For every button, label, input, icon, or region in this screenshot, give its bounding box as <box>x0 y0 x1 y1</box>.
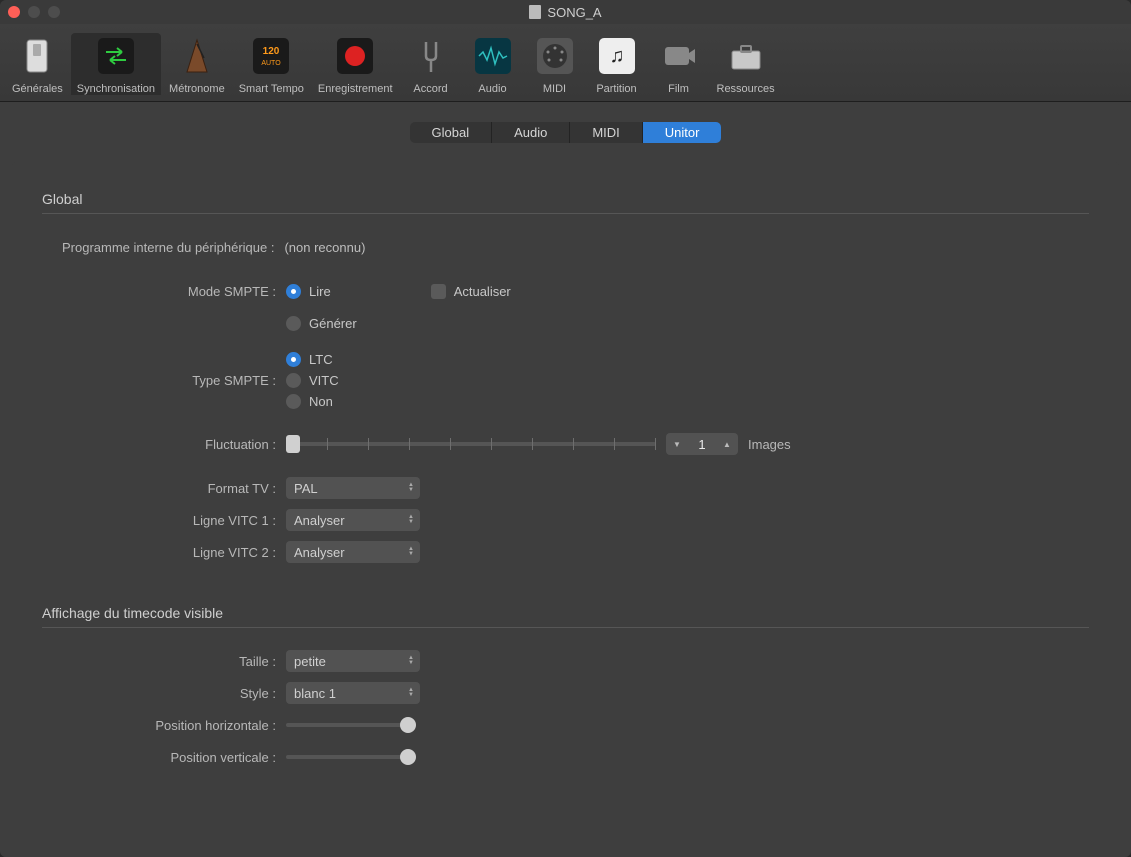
radio-icon <box>286 316 301 331</box>
radio-icon <box>286 352 301 367</box>
toolbar-item-midi[interactable]: MIDI <box>525 33 585 95</box>
tv-format-select[interactable]: PAL ▲▼ <box>286 477 420 499</box>
toolbar-item-smart-tempo[interactable]: 120AUTO Smart Tempo <box>233 33 310 95</box>
sync-icon <box>92 33 140 79</box>
smpte-mode-generate-option[interactable]: Générer <box>286 316 357 331</box>
tuning-fork-icon <box>407 33 455 79</box>
hpos-slider[interactable] <box>286 716 416 734</box>
program-label: Programme interne du périphérique : <box>42 240 284 255</box>
stepper-down-icon[interactable]: ▼ <box>666 433 688 455</box>
vitc1-select[interactable]: Analyser ▲▼ <box>286 509 420 531</box>
checkbox-icon <box>431 284 446 299</box>
refresh-checkbox[interactable]: Actualiser <box>431 284 511 299</box>
content-area: Global Audio MIDI Unitor Global Programm… <box>0 102 1131 857</box>
fluctuation-unit: Images <box>748 437 791 452</box>
preferences-window: SONG_A Générales Synchronisation Métrono… <box>0 0 1131 857</box>
window-title: SONG_A <box>0 5 1131 20</box>
toolbar-item-film[interactable]: Film <box>649 33 709 95</box>
document-icon <box>529 5 541 19</box>
toolbar-item-resources[interactable]: Ressources <box>711 33 781 95</box>
switch-icon <box>13 33 61 79</box>
section-rule <box>42 627 1089 628</box>
fluctuation-label: Fluctuation : <box>42 437 286 452</box>
svg-text:AUTO: AUTO <box>262 60 282 67</box>
style-select[interactable]: blanc 1 ▲▼ <box>286 682 420 704</box>
radio-icon <box>286 284 301 299</box>
sub-tab-midi[interactable]: MIDI <box>570 122 642 143</box>
film-icon <box>655 33 703 79</box>
preferences-toolbar: Générales Synchronisation Métronome 120 A… <box>0 24 1131 102</box>
audio-icon <box>469 33 517 79</box>
window-title-text: SONG_A <box>547 5 601 20</box>
select-arrows-icon: ▲▼ <box>408 688 414 698</box>
toolbar-item-recording[interactable]: Enregistrement <box>312 33 399 95</box>
vitc1-label: Ligne VITC 1 : <box>42 513 286 528</box>
stepper-up-icon[interactable]: ▲ <box>716 433 738 455</box>
toolbar-item-score[interactable]: ♫ Partition <box>587 33 647 95</box>
select-arrows-icon: ▲▼ <box>408 656 414 666</box>
smpte-type-none-option[interactable]: Non <box>286 394 339 409</box>
program-value: (non reconnu) <box>284 240 365 255</box>
smpte-mode-label: Mode SMPTE : <box>42 284 286 299</box>
vpos-slider[interactable] <box>286 748 416 766</box>
briefcase-icon <box>722 33 770 79</box>
sub-tab-unitor[interactable]: Unitor <box>643 122 722 143</box>
fluctuation-stepper[interactable]: ▼ 1 ▲ <box>666 433 738 455</box>
smpte-mode-read-option[interactable]: Lire <box>286 284 331 299</box>
midi-icon <box>531 33 579 79</box>
size-select[interactable]: petite ▲▼ <box>286 650 420 672</box>
sub-tab-global[interactable]: Global <box>410 122 493 143</box>
toolbar-item-audio[interactable]: Audio <box>463 33 523 95</box>
toolbar-item-metronome[interactable]: Métronome <box>163 33 231 95</box>
toolbar-item-tuning[interactable]: Accord <box>401 33 461 95</box>
section-heading-timecode: Affichage du timecode visible <box>42 605 1089 621</box>
score-icon: ♫ <box>593 33 641 79</box>
size-label: Taille : <box>42 654 286 669</box>
select-arrows-icon: ▲▼ <box>408 483 414 493</box>
select-arrows-icon: ▲▼ <box>408 547 414 557</box>
settings-panel: Global Programme interne du périphérique… <box>12 161 1119 804</box>
radio-icon <box>286 394 301 409</box>
smart-tempo-icon: 120 AUTO <box>247 33 295 79</box>
hpos-label: Position horizontale : <box>42 718 286 733</box>
vpos-label: Position verticale : <box>42 750 286 765</box>
select-arrows-icon: ▲▼ <box>408 515 414 525</box>
svg-text:♫: ♫ <box>609 45 624 67</box>
sub-tabs: Global Audio MIDI Unitor <box>12 122 1119 143</box>
fluctuation-value[interactable]: 1 <box>688 437 716 452</box>
toolbar-item-sync[interactable]: Synchronisation <box>71 33 161 95</box>
metronome-icon <box>173 33 221 79</box>
svg-text:120: 120 <box>263 46 280 57</box>
vitc2-select[interactable]: Analyser ▲▼ <box>286 541 420 563</box>
vitc2-label: Ligne VITC 2 : <box>42 545 286 560</box>
fluctuation-slider[interactable] <box>286 435 656 453</box>
toolbar-item-general[interactable]: Générales <box>6 33 69 95</box>
record-icon <box>331 33 379 79</box>
radio-icon <box>286 373 301 388</box>
section-heading-global: Global <box>42 191 1089 207</box>
smpte-type-vitc-option[interactable]: VITC <box>286 373 339 388</box>
sub-tab-audio[interactable]: Audio <box>492 122 570 143</box>
style-label: Style : <box>42 686 286 701</box>
section-rule <box>42 213 1089 214</box>
titlebar: SONG_A <box>0 0 1131 24</box>
smpte-type-label: Type SMPTE : <box>42 373 286 388</box>
tv-format-label: Format TV : <box>42 481 286 496</box>
smpte-type-ltc-option[interactable]: LTC <box>286 352 339 367</box>
